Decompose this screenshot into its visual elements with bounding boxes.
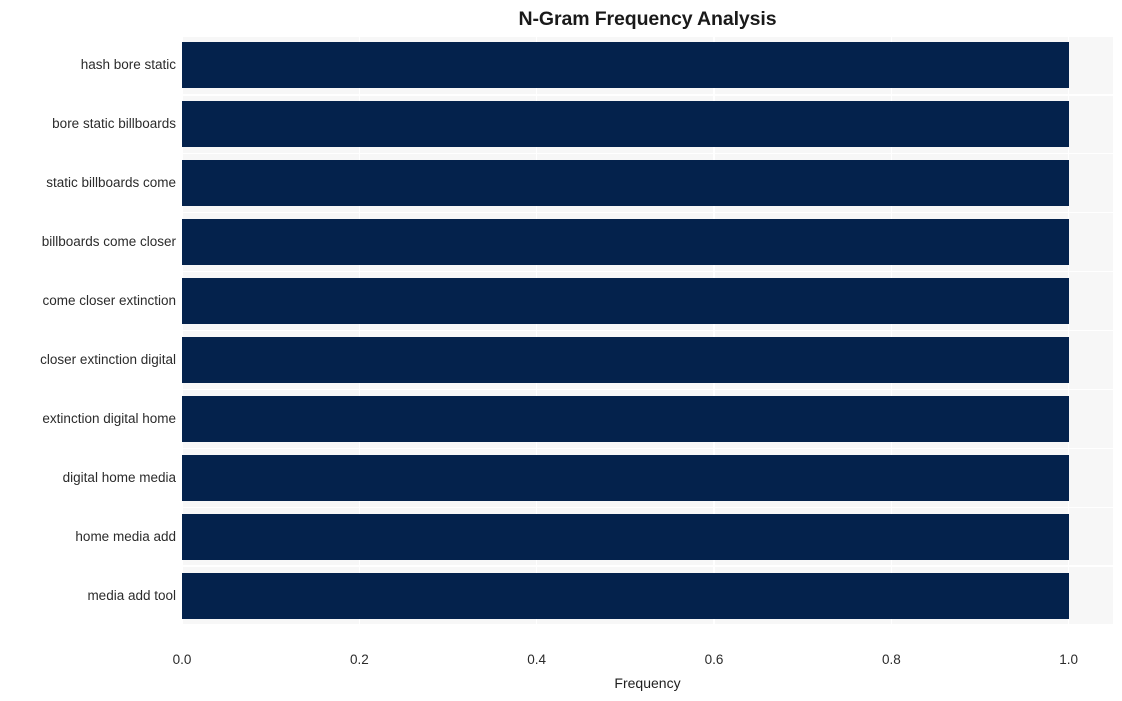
- chart-figure: N-Gram Frequency Analysis hash bore stat…: [0, 0, 1122, 701]
- bar: [182, 395, 1069, 442]
- x-axis-tick-label: 1.0: [1059, 652, 1079, 667]
- bar: [182, 513, 1069, 560]
- x-axis-tick-label: 0.2: [349, 652, 369, 667]
- y-axis-tick-label: home media add: [75, 528, 176, 544]
- bar-series: [182, 36, 1113, 625]
- y-axis-tick-labels: hash bore static bore static billboards st…: [0, 36, 176, 625]
- bar: [182, 101, 1069, 148]
- bar: [182, 219, 1069, 266]
- x-axis-title: Frequency: [614, 675, 681, 691]
- y-axis-tick-label: media add tool: [87, 587, 176, 603]
- y-axis-tick-label: extinction digital home: [42, 410, 176, 426]
- y-axis-tick-label: closer extinction digital: [40, 351, 176, 367]
- bar: [182, 572, 1069, 619]
- x-axis-tick-label: 0.4: [527, 652, 547, 667]
- bar: [182, 42, 1069, 89]
- chart-title: N-Gram Frequency Analysis: [518, 8, 777, 30]
- x-axis-tick-label: 0.0: [172, 652, 192, 667]
- x-axis-tick-label: 0.8: [881, 652, 901, 667]
- y-axis-tick-label: come closer extinction: [42, 293, 176, 309]
- x-axis-tick-labels: 0.0 0.2 0.4 0.6 0.8 1.0: [0, 651, 1122, 671]
- y-axis-tick-label: billboards come closer: [41, 234, 176, 250]
- y-axis-tick-label: static billboards come: [46, 175, 176, 191]
- y-axis-tick-label: hash bore static: [80, 57, 176, 73]
- bar: [182, 336, 1069, 383]
- bar: [182, 160, 1069, 207]
- bar: [182, 454, 1069, 501]
- x-axis-tick-label: 0.6: [704, 652, 724, 667]
- bar: [182, 278, 1069, 325]
- y-axis-tick-label: bore static billboards: [52, 116, 176, 132]
- y-axis-tick-label: digital home media: [62, 469, 176, 485]
- plot-area: [182, 36, 1113, 625]
